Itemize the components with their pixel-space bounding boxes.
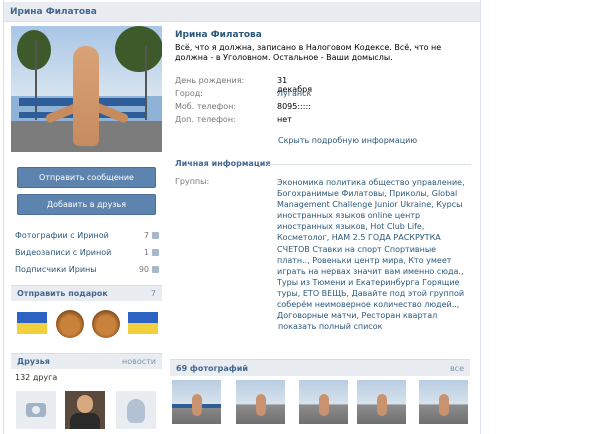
photo-thumbnail[interactable] — [236, 380, 285, 424]
gifts-count: 7 — [150, 289, 156, 298]
profile-topbar: Ирина Филатова — [4, 2, 480, 22]
gift-lion-icon[interactable] — [92, 310, 120, 338]
stat-photos-count: 7 — [143, 231, 149, 240]
photo-tree-right — [115, 26, 162, 72]
photos-all-link[interactable]: все — [450, 364, 464, 373]
video-icon — [152, 249, 159, 256]
phone-label: Доп. телефон: — [175, 115, 236, 124]
friends-count[interactable]: 132 друга — [15, 373, 57, 382]
gift-lion-icon[interactable] — [56, 310, 84, 338]
city-value[interactable]: Луганск — [277, 89, 311, 98]
friend-body — [70, 413, 100, 429]
gift-flag-icon[interactable] — [128, 312, 158, 334]
mobile-label: Моб. телефон: — [175, 102, 237, 111]
friends-title: Друзья — [17, 357, 50, 366]
personal-info-title: Личная информация — [175, 159, 271, 168]
photo-pole — [145, 46, 147, 120]
stat-videos[interactable]: Видеозаписи с Ириной 1 — [15, 248, 159, 261]
profile-status: Всё, что я должна, записано в Налоговом … — [175, 43, 442, 62]
profile-photo[interactable] — [11, 26, 162, 152]
friends-header[interactable]: Друзья новости — [11, 353, 162, 369]
gifts-header[interactable]: Отправить подарок 7 — [11, 285, 162, 301]
gift-flag-icon[interactable] — [17, 312, 47, 334]
topbar-name[interactable]: Ирина Филатова — [10, 7, 97, 17]
photo-pole — [35, 40, 37, 120]
toggle-details-link[interactable]: Скрыть подробную информацию — [278, 136, 417, 145]
friends-news-link[interactable]: новости — [122, 357, 156, 366]
photos-title: 69 фотографий — [176, 364, 248, 373]
show-full-list-link[interactable]: показать полный список — [278, 322, 382, 331]
friend-avatar[interactable] — [65, 391, 105, 429]
photo-tree-left — [17, 30, 51, 70]
stat-videos-label: Видеозаписи с Ириной — [15, 248, 112, 257]
camera-icon — [152, 232, 159, 239]
stat-photos[interactable]: Фотографии с Ириной 7 — [15, 231, 159, 244]
followers-icon — [152, 266, 159, 273]
photo-thumbnail[interactable] — [172, 380, 221, 424]
camera-icon — [26, 403, 46, 417]
default-avatar-icon — [127, 399, 145, 423]
page: Ирина Филатова Отправить сообщение Добав… — [0, 0, 600, 434]
birthday-label: День рождения: — [175, 76, 245, 85]
phone-value: нет — [277, 115, 292, 124]
stat-videos-count: 1 — [143, 248, 149, 257]
stat-photos-label: Фотографии с Ириной — [15, 231, 109, 240]
friend-face — [77, 395, 93, 413]
stat-followers[interactable]: Подписчики Ирины 90 — [15, 265, 159, 278]
page-title: Ирина Филатова — [175, 30, 262, 40]
groups-list[interactable]: Экономика политика общество управление, … — [277, 177, 470, 321]
gifts-title: Отправить подарок — [17, 289, 108, 298]
photo-thumbnail[interactable] — [357, 380, 406, 424]
send-message-button[interactable]: Отправить сообщение — [17, 167, 156, 188]
add-friend-button[interactable]: Добавить в друзья — [17, 194, 156, 215]
stat-followers-label: Подписчики Ирины — [15, 265, 97, 274]
city-label: Город: — [175, 89, 203, 98]
friend-avatar[interactable] — [116, 391, 156, 429]
photo-thumbnail[interactable] — [299, 380, 348, 424]
divider — [268, 164, 471, 165]
photos-header[interactable]: 69 фотографий все — [170, 359, 470, 376]
stat-followers-count: 90 — [138, 265, 149, 274]
photo-person — [73, 46, 99, 146]
friend-avatar[interactable] — [16, 391, 56, 429]
groups-label: Группы: — [175, 177, 210, 186]
photo-thumbnail[interactable] — [419, 380, 468, 424]
mobile-value: 8095::::: — [277, 102, 311, 111]
